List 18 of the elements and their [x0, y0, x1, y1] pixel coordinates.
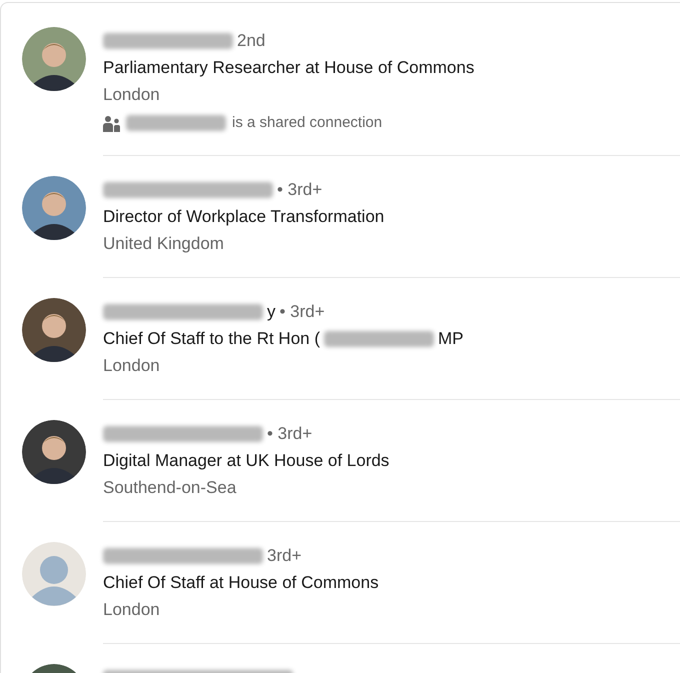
job-title: Chief Of Staff at House of Commons — [103, 572, 379, 594]
connection-degree: • 3rd+ — [277, 179, 322, 201]
job-title: Parliamentary Researcher at House of Commons — [103, 57, 474, 79]
location: London — [103, 355, 160, 377]
job-title: Chief Of Staff to the Rt Hon ( — [103, 328, 320, 350]
name-fragment: y — [267, 301, 276, 323]
location: Southend-on-Sea — [103, 477, 236, 499]
location: London — [103, 599, 160, 621]
job-title: MP — [438, 328, 464, 350]
connection-degree: 3rd+ — [267, 545, 302, 567]
location: London — [103, 84, 160, 106]
connection-degree: 2nd — [237, 30, 266, 52]
shared-connection-text: is a shared connection — [232, 113, 382, 133]
job-title: Director of Workplace Transformation — [103, 206, 384, 228]
connection-degree: • 3rd+ — [267, 423, 312, 445]
connection-degree: • 3rd+ — [280, 301, 325, 323]
location: United Kingdom — [103, 233, 224, 255]
job-title: Digital Manager at UK House of Lords — [103, 450, 390, 472]
